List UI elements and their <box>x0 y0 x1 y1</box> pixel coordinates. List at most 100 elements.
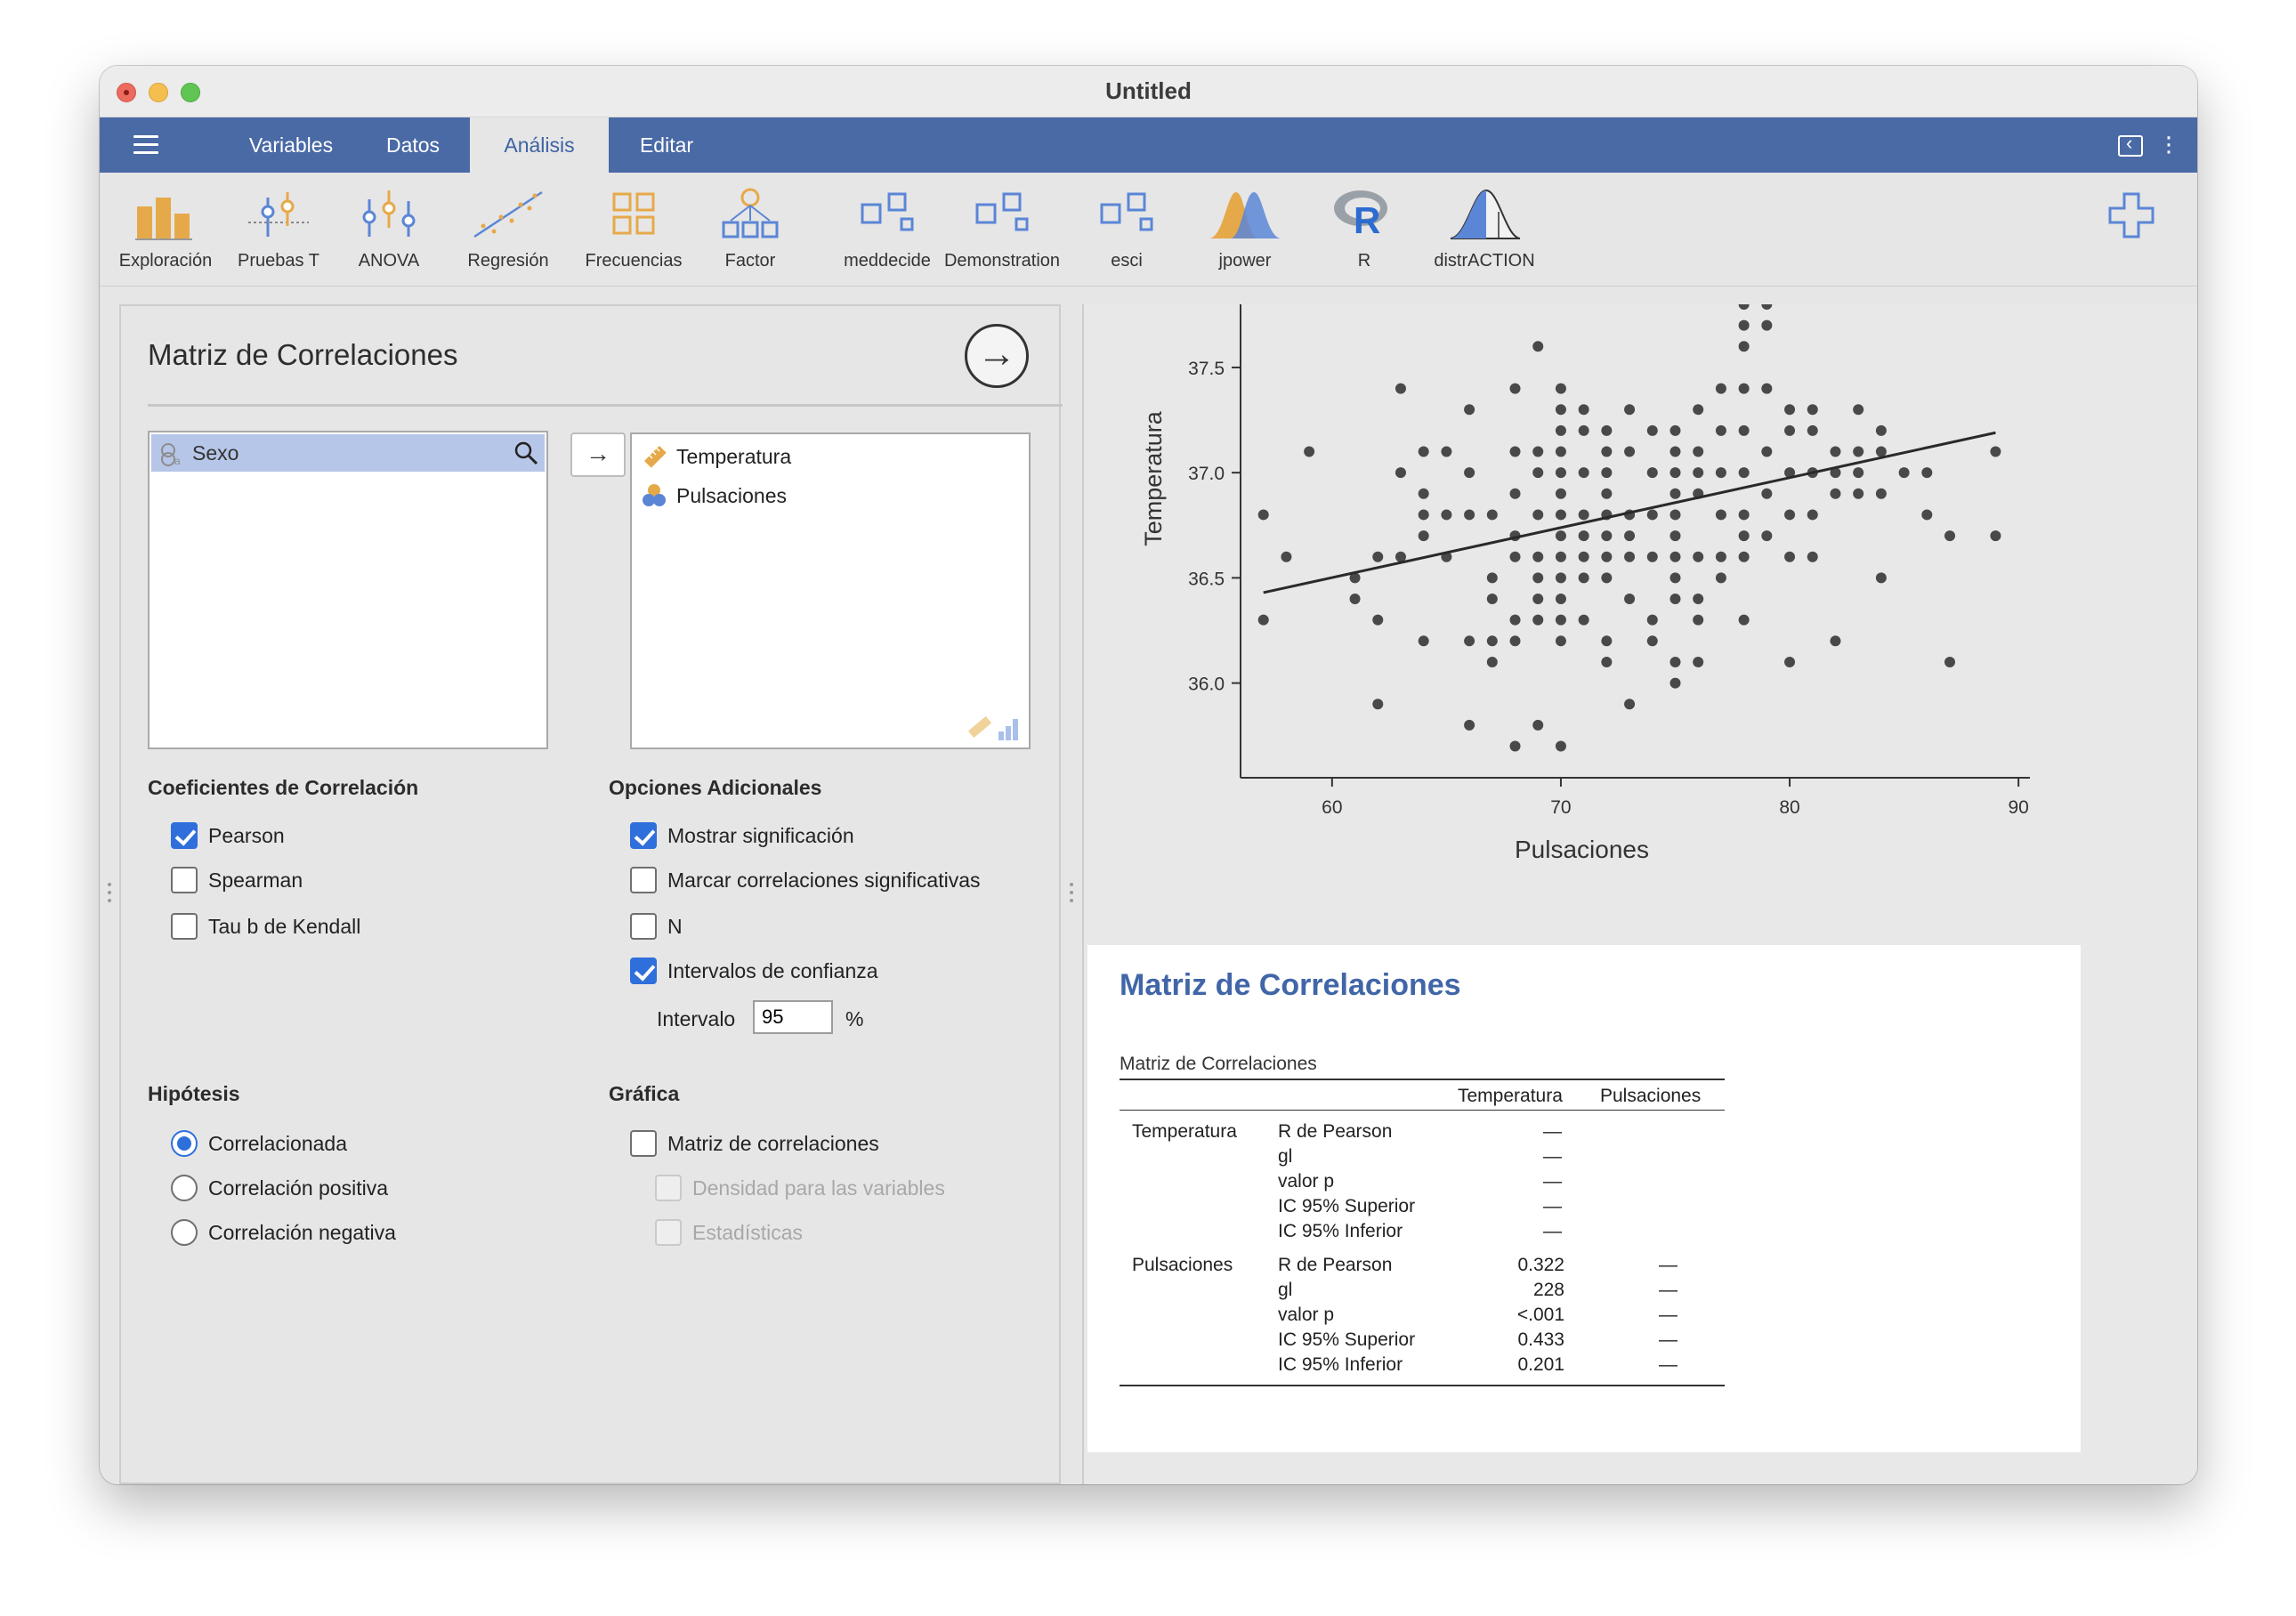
close-options-arrow-button[interactable] <box>965 324 1029 388</box>
y-axis: 36.0 36.5 37.0 37.5 <box>1188 304 1241 778</box>
scatter-point <box>1738 509 1750 521</box>
svg-text:R: R <box>1354 199 1380 241</box>
selected-variables-list[interactable]: Temperatura Pulsaciones <box>630 432 1031 749</box>
option-label: Correlación negativa <box>208 1221 396 1244</box>
checkbox[interactable] <box>630 1130 657 1157</box>
checkbox <box>655 1219 682 1246</box>
scatter-point <box>1281 551 1292 562</box>
analysis-ribbon: Exploración Pruebas T ANOVA Regresión Fr… <box>100 173 2197 287</box>
svg-text:a: a <box>174 455 181 466</box>
scatter-point <box>1807 551 1818 562</box>
scatter-point <box>1738 304 1750 310</box>
ribbon-modulos-button[interactable] <box>2082 185 2180 281</box>
ribbon-esci-button[interactable]: esci <box>1082 185 1171 281</box>
title-divider <box>148 404 1063 407</box>
y-tick-label: 36.5 <box>1188 569 1225 589</box>
scatter-point <box>1761 383 1773 394</box>
search-icon[interactable] <box>513 440 539 466</box>
available-variables-list[interactable]: a Sexo <box>148 431 548 749</box>
variable-item-sexo[interactable]: a Sexo <box>151 434 545 472</box>
variable-label: Pulsaciones <box>676 484 788 507</box>
left-splitter-handle[interactable] <box>108 883 113 906</box>
x-tick-label: 70 <box>1550 797 1571 818</box>
checkbox[interactable] <box>171 822 198 849</box>
scatter-point <box>1464 467 1475 479</box>
more-options-icon[interactable]: · · · <box>2164 124 2173 165</box>
scatter-point <box>1441 446 1452 457</box>
tab-datos[interactable]: Datos <box>358 117 468 173</box>
stat-label: valor p <box>1278 1171 1335 1192</box>
scatter-point <box>1715 424 1726 436</box>
table-row: valor p <.001 — <box>1120 1303 1725 1328</box>
value-cell: — <box>1543 1171 1562 1192</box>
scatter-point <box>1418 446 1429 457</box>
ribbon-factor-button[interactable]: Factor <box>701 185 799 281</box>
scatter-point <box>1555 614 1566 626</box>
plot-heading: Gráfica <box>609 1082 680 1105</box>
scatter-point <box>1693 614 1704 626</box>
factor-icon <box>722 188 779 238</box>
column-header: Temperatura <box>1458 1086 1563 1106</box>
ribbon-pruebas-t-button[interactable]: Pruebas T <box>230 185 327 281</box>
scatter-point <box>1761 319 1773 331</box>
checkbox[interactable] <box>630 913 657 940</box>
checkbox <box>655 1175 682 1201</box>
checkbox[interactable] <box>630 867 657 893</box>
ribbon-exploracion-button[interactable]: Exploración <box>112 185 219 281</box>
tab-editar[interactable]: Editar <box>609 117 724 173</box>
interval-input[interactable] <box>753 1000 833 1034</box>
scatter-point <box>1624 551 1636 562</box>
ribbon-distraction-button[interactable]: distrACTION <box>1413 185 1556 281</box>
ribbon-frecuencias-button[interactable]: Frecuencias <box>578 185 689 281</box>
scatter-point <box>1532 341 1544 352</box>
toggle-panel-icon[interactable] <box>2118 132 2143 157</box>
scatter-point <box>1738 424 1750 436</box>
scatter-point <box>1509 446 1521 457</box>
hamburger-menu-icon[interactable] <box>133 135 158 155</box>
stat-label: IC 95% Inferior <box>1278 1221 1403 1241</box>
value-cell: — <box>1543 1121 1562 1142</box>
scatter-point <box>1646 614 1658 626</box>
scatter-point <box>1715 509 1726 521</box>
stat-label: gl <box>1278 1146 1293 1167</box>
ribbon-r-button[interactable]: R R <box>1315 185 1413 281</box>
scatter-point <box>1830 488 1841 499</box>
tab-variables[interactable]: Variables <box>224 117 358 173</box>
value-cell: — <box>1659 1305 1678 1325</box>
radio[interactable] <box>171 1175 198 1201</box>
table-row: IC 95% Superior — <box>1120 1194 1725 1219</box>
module-squares-icon <box>975 192 1029 231</box>
center-splitter-handle[interactable] <box>1070 883 1075 906</box>
tab-analisis[interactable]: Análisis <box>470 117 609 173</box>
checkbox[interactable] <box>171 867 198 893</box>
scatter-point <box>1807 404 1818 416</box>
scatter-point <box>1784 656 1796 667</box>
ribbon-regresion-button[interactable]: Regresión <box>450 185 566 281</box>
scatter-point <box>1532 446 1544 457</box>
scatter-point <box>1784 551 1796 562</box>
ribbon-meddecide-button[interactable]: meddecide <box>829 185 945 281</box>
window-title: Untitled <box>1105 77 1192 104</box>
checkbox[interactable] <box>630 822 657 849</box>
radio[interactable] <box>171 1130 198 1157</box>
move-variable-arrow-button[interactable]: → <box>570 432 626 477</box>
scatter-point <box>1875 488 1887 499</box>
scatter-point <box>1578 509 1589 521</box>
ribbon-anova-button[interactable]: ANOVA <box>340 185 438 281</box>
r-logo-icon: R <box>1334 190 1387 241</box>
ribbon-demonstration-button[interactable]: Demonstration <box>931 185 1073 281</box>
scatter-point <box>1555 404 1566 416</box>
checkbox[interactable] <box>171 913 198 940</box>
y-tick-label: 37.0 <box>1188 464 1225 484</box>
value-cell: — <box>1659 1280 1678 1300</box>
results-panel: 36.0 36.5 37.0 37.5 60 70 80 90 Temperatura Pu… <box>1082 304 2197 1484</box>
radio[interactable] <box>171 1219 198 1246</box>
scatter-point <box>1555 488 1566 499</box>
row-variable: Temperatura <box>1132 1121 1237 1142</box>
ribbon-jpower-button[interactable]: jpower <box>1196 185 1294 281</box>
scatter-point <box>1372 551 1384 562</box>
scatter-point <box>1853 488 1864 499</box>
scatter-point <box>1921 467 1933 479</box>
checkbox[interactable] <box>630 957 657 984</box>
value-cell: — <box>1659 1255 1678 1275</box>
